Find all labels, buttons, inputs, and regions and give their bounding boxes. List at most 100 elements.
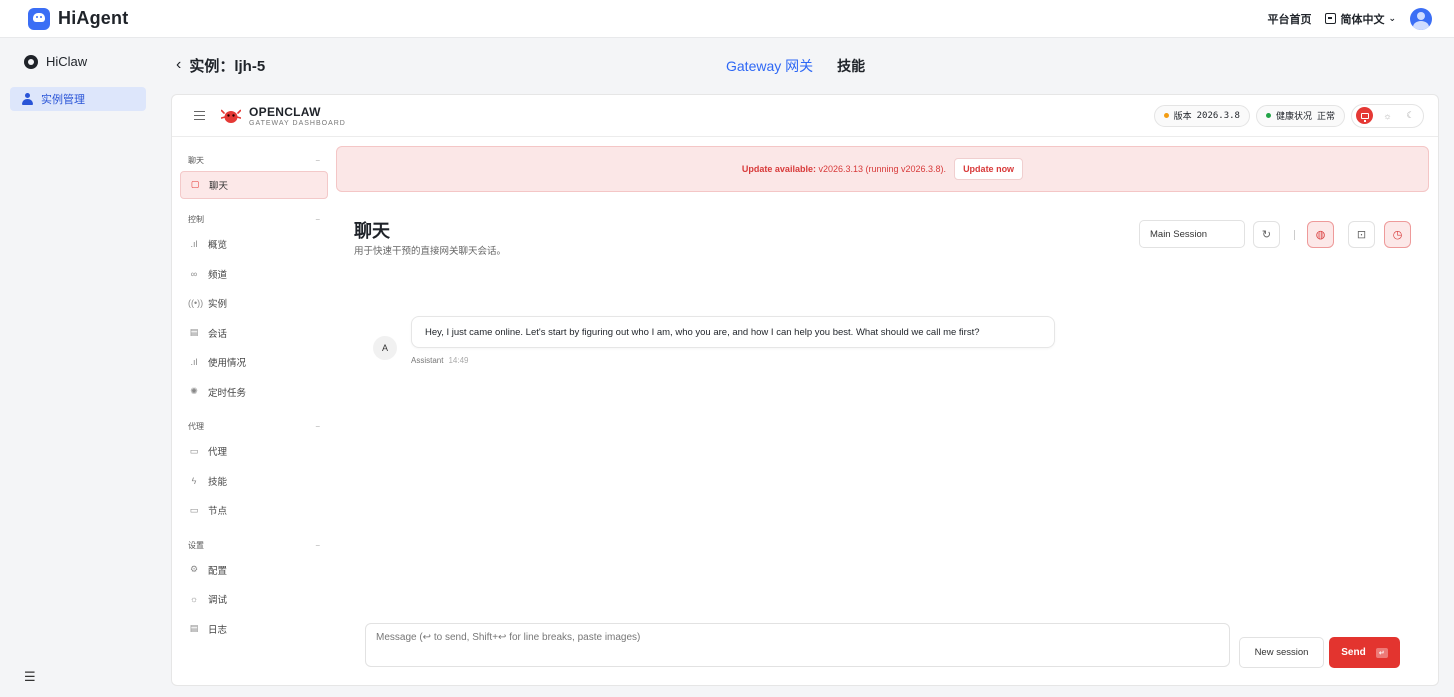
nav-item-instances[interactable]: ((•)) 实例 xyxy=(180,289,328,317)
nav-item-label: 节点 xyxy=(208,506,228,517)
sidebar-brand[interactable]: HiClaw xyxy=(10,50,146,73)
chat-subtitle: 用于快速干预的直接网关聊天会话。 xyxy=(354,246,507,257)
theme-switcher: ☼ ☾ xyxy=(1351,103,1424,128)
version-dot-icon xyxy=(1163,113,1169,118)
nav-item-usage[interactable]: .ıl 使用情况 xyxy=(180,348,328,376)
language-icon xyxy=(1325,13,1337,24)
sidebar-item-instance-management[interactable]: 实例管理 xyxy=(10,87,146,111)
collapse-icon: − xyxy=(315,155,320,165)
language-label: 简体中文 xyxy=(1340,13,1385,26)
app-name: HiAgent xyxy=(58,8,129,28)
collapse-icon: − xyxy=(315,540,320,550)
platform-home-link[interactable]: 平台首页 xyxy=(1267,11,1311,27)
nav-item-chat[interactable]: ▢ 聊天 xyxy=(180,170,328,199)
send-button[interactable]: Send ↵ xyxy=(1329,637,1400,668)
nav-item-cron-jobs[interactable]: ✺ 定时任务 xyxy=(180,378,328,406)
menu-icon[interactable] xyxy=(194,111,205,120)
header-tabs: Gateway 网关 技能 xyxy=(726,56,865,76)
hiagent-logo-icon xyxy=(28,7,50,30)
nav-item-agents[interactable]: ▭ 代理 xyxy=(180,437,328,465)
nav-item-sessions[interactable]: ▤ 会话 xyxy=(180,319,328,347)
thinking-toggle-icon[interactable]: ◍ xyxy=(1307,221,1334,248)
new-session-button[interactable]: New session xyxy=(1239,637,1324,668)
assistant-avatar: A xyxy=(373,336,397,360)
collapse-icon: − xyxy=(315,215,320,224)
clock-icon[interactable]: ◷ xyxy=(1384,221,1411,248)
nav-item-skills[interactable]: ϟ 技能 xyxy=(180,467,328,495)
tab-skills[interactable]: 技能 xyxy=(837,56,865,76)
nav-item-label: 概览 xyxy=(208,240,228,251)
nav-group-control[interactable]: 控制 − xyxy=(180,211,328,229)
refresh-icon[interactable]: ↻ xyxy=(1253,221,1280,248)
dashboard-name: OPENCLAW xyxy=(249,104,321,119)
nav-group-label: 设置 xyxy=(188,540,204,550)
collapse-sidebar-icon[interactable]: ☰ xyxy=(24,669,36,685)
nav-item-label: 使用情况 xyxy=(208,358,247,369)
message-meta: Assistant 14:49 xyxy=(411,356,469,365)
nav-item-label: 配置 xyxy=(208,565,228,577)
broadcast-icon: ((•)) xyxy=(188,298,204,308)
sidebar-brand-label: HiClaw xyxy=(46,54,88,69)
nav-item-label: 代理 xyxy=(208,447,228,458)
bar-chart-icon: .ıl xyxy=(190,239,198,249)
sun-icon[interactable]: ☼ xyxy=(1379,107,1396,124)
chat-icon: ▢ xyxy=(190,179,200,189)
update-text: v2026.3.13 (running v2026.3.8). xyxy=(818,164,947,174)
nav-item-debug[interactable]: ☼ 调试 xyxy=(180,585,328,613)
link-icon: ∞ xyxy=(190,268,198,279)
monitor-icon: ▭ xyxy=(189,504,199,515)
sidebar: HiClaw 实例管理 ☰ xyxy=(0,38,156,697)
nav-item-overview[interactable]: .ıl 概览 xyxy=(180,230,328,258)
nav-item-nodes[interactable]: ▭ 节点 xyxy=(180,496,328,524)
nav-item-logs[interactable]: ▤ 日志 xyxy=(180,615,328,643)
hiclaw-icon xyxy=(24,54,38,69)
nav-group-agents[interactable]: 代理 − xyxy=(180,418,328,436)
sidebar-item-label: 实例管理 xyxy=(41,94,85,106)
dashboard-header: OPENCLAW GATEWAY DASHBOARD 版本 2026.3.8 健… xyxy=(172,95,1438,137)
dashboard-main: Update available: v2026.3.13 (running v2… xyxy=(336,137,1438,685)
nav-item-label: 实例 xyxy=(208,299,228,310)
openclaw-logo-icon xyxy=(221,109,241,123)
folder-icon: ▭ xyxy=(189,445,199,456)
dashboard-subtitle: GATEWAY DASHBOARD xyxy=(249,119,346,127)
enter-key-icon: ↵ xyxy=(1375,647,1388,658)
nav-item-label: 调试 xyxy=(208,595,228,606)
page-title: 实例：ljh-5 xyxy=(189,57,266,75)
toolbar-divider xyxy=(1294,230,1295,240)
health-badge: 健康状况 正常 xyxy=(1255,104,1345,127)
tab-gateway[interactable]: Gateway 网关 xyxy=(726,56,813,76)
document-icon: ▤ xyxy=(189,327,199,337)
nav-item-config[interactable]: ⚙ 配置 xyxy=(180,556,328,584)
update-now-button[interactable]: Update now xyxy=(954,158,1024,180)
health-value: 正常 xyxy=(1316,111,1335,121)
nav-item-channels[interactable]: ∞ 频道 xyxy=(180,260,328,288)
nav-group-settings[interactable]: 设置 − xyxy=(180,536,328,554)
log-icon: ▤ xyxy=(189,623,199,633)
language-selector[interactable]: 简体中文 ⌄ xyxy=(1325,11,1396,27)
focus-icon[interactable]: ⊡ xyxy=(1348,221,1375,248)
moon-icon[interactable]: ☾ xyxy=(1402,107,1419,124)
chevron-left-icon[interactable]: ‹ xyxy=(176,56,181,74)
message-author: Assistant xyxy=(411,356,444,365)
message-input[interactable]: Message (↩ to send, Shift+↩ for line bre… xyxy=(365,623,1230,667)
nav-group-label: 聊天 xyxy=(188,155,204,165)
bar-chart-icon: .ıl xyxy=(190,357,198,367)
gateway-dashboard-frame: OPENCLAW GATEWAY DASHBOARD 版本 2026.3.8 健… xyxy=(171,94,1439,686)
nav-item-label: 技能 xyxy=(208,476,228,488)
gear-icon: ⚙ xyxy=(189,564,199,574)
bug-icon: ☼ xyxy=(189,594,199,604)
user-avatar[interactable] xyxy=(1410,7,1432,30)
health-dot-icon xyxy=(1265,113,1271,118)
nav-item-label: 会话 xyxy=(208,328,228,340)
session-select[interactable]: Main Session xyxy=(1139,220,1245,248)
app-logo[interactable]: HiAgent xyxy=(28,7,129,30)
update-message: Update available: v2026.3.13 (running v2… xyxy=(742,164,946,174)
nav-item-label: 聊天 xyxy=(209,180,229,192)
collapse-icon: − xyxy=(315,422,320,431)
update-banner: Update available: v2026.3.13 (running v2… xyxy=(336,146,1429,192)
version-value: 2026.3.8 xyxy=(1196,110,1240,121)
version-badge: 版本 2026.3.8 xyxy=(1153,104,1250,127)
nav-group-chat[interactable]: 聊天 − xyxy=(180,151,328,169)
theme-system-button[interactable] xyxy=(1356,107,1373,124)
nav-group-label: 代理 xyxy=(188,422,204,431)
